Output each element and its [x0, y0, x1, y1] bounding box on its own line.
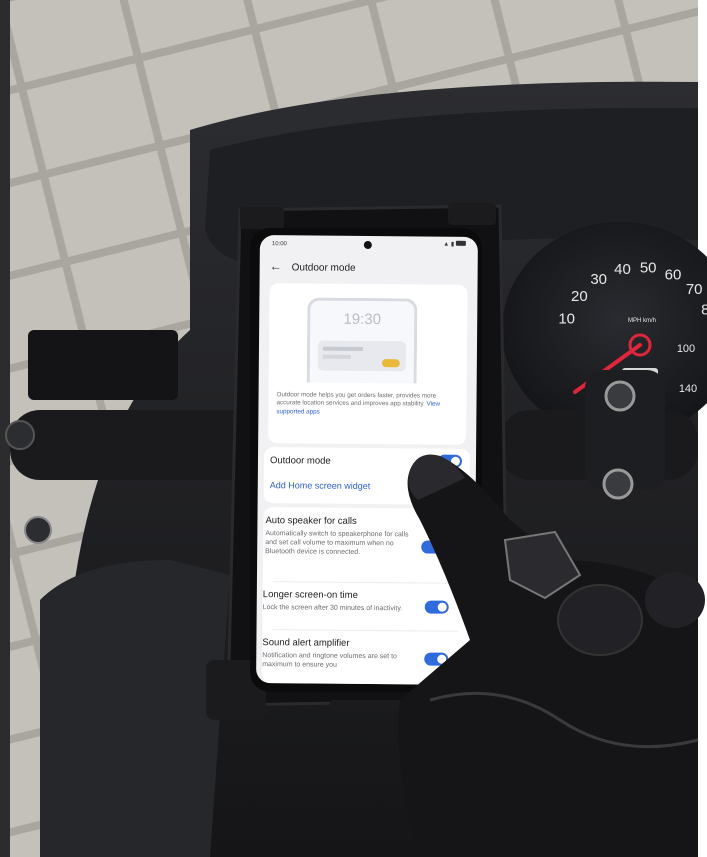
photo-scene: 102030405060708090100140MPH km/h 10:00 ▲…	[0, 0, 707, 857]
glove-knuckle-guard	[557, 584, 643, 656]
gloved-hand	[398, 454, 705, 857]
glove-knuckle-guard-2	[645, 572, 705, 628]
glove	[398, 454, 698, 857]
